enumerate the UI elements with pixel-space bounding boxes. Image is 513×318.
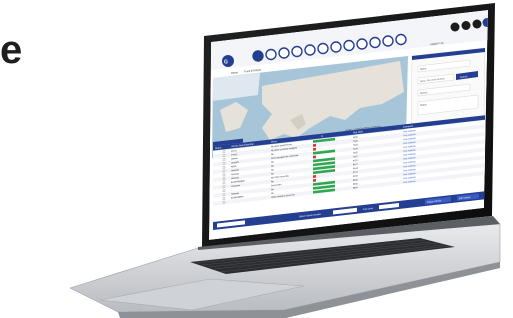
row-checkbox[interactable] <box>222 173 226 177</box>
row-checkbox[interactable] <box>222 201 226 204</box>
row-progress-bar <box>313 143 316 147</box>
row-checkbox[interactable] <box>222 181 226 185</box>
col-percent: % <box>321 136 323 138</box>
row-checkbox[interactable] <box>222 177 226 181</box>
row-checkbox[interactable] <box>222 154 226 157</box>
row-progress-bar <box>313 155 316 159</box>
row-checkbox[interactable] <box>222 150 226 153</box>
row-progress-bar <box>313 178 316 182</box>
row-checkbox[interactable] <box>222 185 226 189</box>
row-checkbox[interactable] <box>222 169 226 173</box>
row-checkbox[interactable] <box>222 193 226 196</box>
row-checkbox[interactable] <box>222 165 226 169</box>
row-checkbox[interactable] <box>222 197 226 200</box>
row-progress-bar <box>313 147 316 151</box>
svg-text:G: G <box>224 60 228 66</box>
row-checkbox[interactable] <box>222 158 226 161</box>
row-progress-bar <box>313 175 316 179</box>
laptop-scene: G Home Track & Report Logged in as Leafl… <box>69 3 501 318</box>
row-checkbox[interactable] <box>222 162 226 165</box>
screen: G Home Track & Report Logged in as Leafl… <box>209 10 488 240</box>
row-checkbox[interactable] <box>222 189 226 192</box>
